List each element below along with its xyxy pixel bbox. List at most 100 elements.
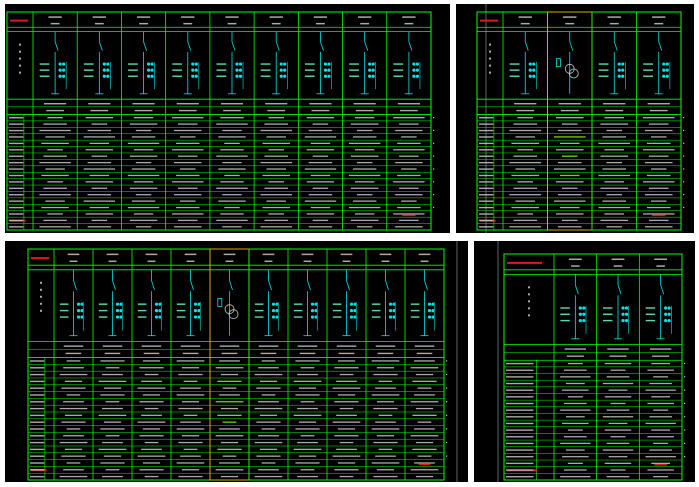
row-label-mark (9, 117, 24, 119)
feeder-id-mark (311, 109, 330, 112)
table-cell-mark (559, 206, 580, 209)
table-cell-mark (264, 219, 288, 222)
device-label-mark (410, 303, 420, 305)
table-cell-mark (371, 394, 400, 396)
table-cell-mark (648, 187, 669, 189)
panel-title-mark (10, 19, 29, 22)
current-transformer (582, 312, 586, 316)
feeder-id-mark (104, 352, 121, 355)
table-cell-mark (352, 200, 377, 202)
current-transformer (621, 318, 625, 323)
table-cell-mark (562, 422, 589, 425)
table-cell-mark (336, 414, 357, 417)
table-cell-mark (644, 129, 673, 132)
current-transformer (665, 68, 669, 72)
device-label-mark (643, 69, 653, 71)
table-cell-mark (565, 449, 585, 451)
column-header-mark (563, 16, 577, 18)
device-label-mark (216, 69, 227, 71)
table-cell-mark (393, 149, 425, 151)
column-header-mark (358, 16, 372, 18)
feeder-name-mark (258, 345, 279, 347)
table-cell-mark (217, 448, 242, 451)
table-cell-mark (295, 394, 320, 396)
column-subheader-mark (520, 22, 530, 25)
row-index-mark (684, 416, 686, 418)
current-transformer (310, 309, 315, 313)
table-cell-mark (83, 136, 116, 138)
row-label-mark (9, 219, 24, 222)
row-label-mark (479, 213, 494, 215)
table-cell-mark (562, 456, 589, 458)
current-transformer (617, 62, 621, 66)
device-label-mark (59, 316, 69, 318)
table-cell-mark (259, 414, 278, 417)
feeder-name-mark (88, 103, 111, 105)
row-label-mark (30, 469, 45, 471)
current-transformer (528, 62, 532, 66)
feeder-id-mark (299, 352, 316, 355)
device-label-mark (176, 303, 186, 305)
row-label-mark (506, 382, 534, 385)
table-cell-mark (91, 123, 108, 125)
table-cell-mark (219, 428, 240, 430)
table-cell-mark (395, 194, 423, 196)
table-cell-mark (180, 421, 201, 423)
table-cell-mark (414, 428, 435, 430)
table-cell-mark (180, 455, 201, 457)
current-transformer (665, 74, 669, 78)
table-cell-mark (298, 421, 317, 423)
table-cell-mark (308, 194, 333, 196)
table-cell-mark (555, 181, 584, 183)
table-cell-mark (64, 448, 83, 451)
table-cell-mark (183, 380, 198, 382)
table-cell-mark (85, 181, 114, 183)
feeder-name-mark (132, 103, 155, 105)
current-transformer (327, 74, 331, 78)
fuse-symbol (217, 298, 223, 307)
table-cell-mark (356, 194, 373, 196)
table-cell-mark (515, 200, 536, 202)
table-cell-mark (41, 174, 69, 177)
table-cell-mark (218, 200, 246, 202)
row-label-mark (506, 469, 534, 471)
table-cell-mark (509, 226, 542, 228)
table-cell-mark (181, 469, 200, 471)
row-index-mark (433, 181, 435, 183)
table-cell-mark (127, 142, 160, 145)
feeder-id-mark (416, 352, 433, 355)
row-label-mark (479, 206, 494, 209)
table-cell-mark (417, 455, 432, 457)
feeder-name-mark (514, 103, 537, 105)
row-label-mark (506, 396, 534, 398)
table-cell-mark (334, 469, 359, 471)
device-label-mark (393, 63, 404, 65)
table-cell-mark (376, 435, 395, 437)
current-transformer (427, 315, 432, 319)
current-transformer (191, 62, 195, 66)
row-label-mark (9, 142, 24, 145)
breaker-contact (143, 41, 147, 51)
device-label-mark (254, 303, 264, 305)
table-cell-mark (650, 200, 667, 202)
row-label-mark (9, 129, 24, 132)
column-subheader-mark (69, 260, 78, 263)
table-cell-mark (378, 448, 393, 451)
current-transformer (368, 62, 372, 66)
column-subheader-mark (183, 22, 193, 25)
table-cell-mark (647, 469, 674, 471)
row-label-mark (479, 149, 494, 151)
device-label-mark (293, 303, 303, 305)
feeder-name-mark (44, 103, 67, 105)
row-label-mark (30, 435, 45, 437)
feeder-name-mark (607, 348, 629, 350)
row-index-mark (446, 401, 448, 403)
current-transformer (427, 309, 432, 313)
table-cell-mark (262, 142, 290, 145)
table-cell-mark (414, 462, 435, 464)
table-cell-mark (172, 213, 204, 215)
table-cell-mark (178, 219, 198, 222)
table-cell-mark (651, 396, 671, 398)
table-cell-mark (375, 455, 396, 457)
table-cell-mark (220, 441, 239, 444)
